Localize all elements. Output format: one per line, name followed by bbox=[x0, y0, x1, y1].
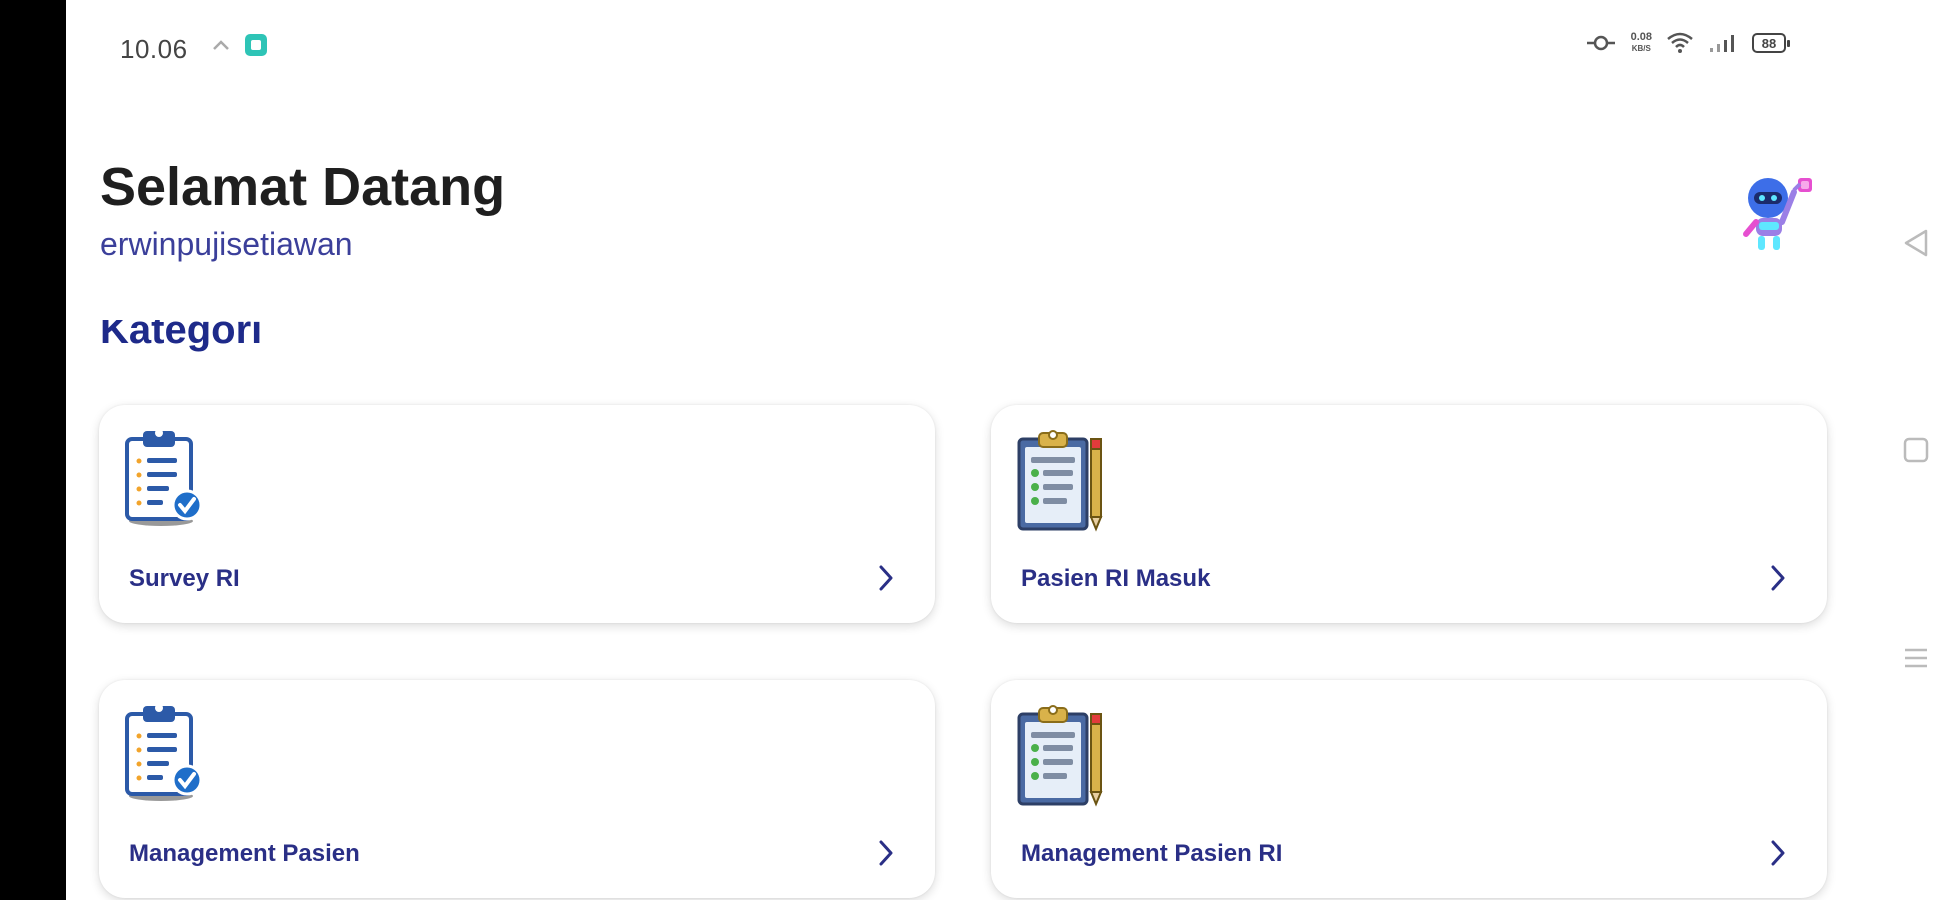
network-speed-value: 0.08 bbox=[1630, 31, 1652, 43]
status-notification-icons bbox=[212, 33, 268, 57]
clipboard-check-icon bbox=[125, 704, 203, 801]
home-nav-icon[interactable] bbox=[1902, 436, 1930, 464]
chevron-right-icon bbox=[879, 565, 893, 591]
category-card-survey-ri[interactable]: Survey RI bbox=[99, 405, 935, 623]
app-screen: 10.06 0.08 KB/S 88 Selamat Datang erwinp… bbox=[66, 0, 1876, 900]
recent-apps-nav-icon[interactable] bbox=[1902, 644, 1930, 672]
robot-avatar-icon[interactable] bbox=[1736, 170, 1820, 256]
cloud-upload-icon bbox=[213, 40, 229, 50]
app-notification-icon bbox=[245, 34, 267, 56]
card-label: Management Pasien bbox=[129, 840, 360, 867]
system-navigation-bar bbox=[1876, 0, 1953, 900]
page-title: Selamat Datang bbox=[100, 157, 506, 217]
section-title-wrapper: Kategori bbox=[66, 320, 1876, 362]
back-nav-icon[interactable] bbox=[1902, 228, 1930, 258]
category-card-pasien-ri-masuk[interactable]: Pasien RI Masuk bbox=[991, 405, 1827, 623]
data-saver-icon bbox=[1586, 35, 1615, 51]
chevron-right-icon bbox=[1771, 565, 1785, 591]
username: erwinpujisetiawan bbox=[100, 226, 353, 262]
chevron-right-icon bbox=[1771, 840, 1785, 866]
category-card-management-pasien-ri[interactable]: Management Pasien RI bbox=[991, 680, 1827, 898]
category-card-management-pasien[interactable]: Management Pasien bbox=[99, 680, 935, 898]
signal-icon bbox=[1710, 35, 1734, 52]
left-bezel bbox=[0, 0, 66, 900]
network-speed: 0.08 KB/S bbox=[1631, 32, 1652, 54]
battery-icon: 88 bbox=[1752, 33, 1790, 53]
status-system-icons: 0.08 KB/S 88 bbox=[1585, 32, 1790, 54]
wifi-icon bbox=[1667, 32, 1693, 53]
section-title: Kategori bbox=[100, 320, 263, 352]
card-label: Management Pasien RI bbox=[1021, 840, 1283, 867]
card-label: Pasien RI Masuk bbox=[1021, 565, 1211, 592]
clipboard-pencil-icon bbox=[1017, 430, 1103, 532]
status-time: 10.06 bbox=[120, 34, 188, 64]
card-label: Survey RI bbox=[129, 565, 240, 592]
clipboard-check-icon bbox=[125, 429, 203, 526]
chevron-right-icon bbox=[879, 840, 893, 866]
network-speed-unit: KB/S bbox=[1631, 44, 1651, 53]
clipboard-pencil-icon bbox=[1017, 705, 1103, 807]
